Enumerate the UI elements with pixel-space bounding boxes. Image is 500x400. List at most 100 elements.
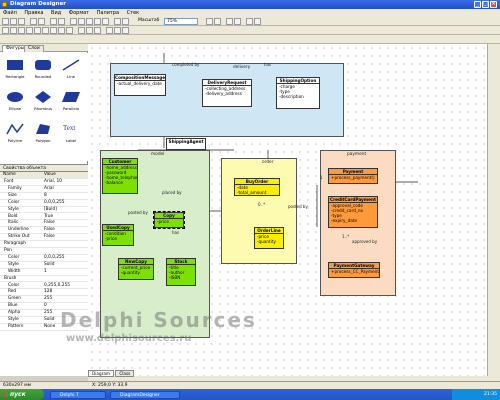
property-value[interactable]: Arial, 10 — [44, 179, 62, 186]
open-file-icon[interactable] — [10, 18, 17, 25]
cut-icon[interactable] — [70, 18, 77, 25]
ungroup-icon[interactable] — [122, 18, 129, 25]
delete-icon[interactable] — [94, 18, 101, 25]
property-value[interactable]: 1 — [44, 269, 47, 276]
shape-parallelogram[interactable]: Parallelo — [60, 89, 82, 115]
align-center-icon[interactable] — [114, 27, 121, 34]
shape-polygon[interactable]: Polygon — [32, 121, 54, 147]
property-row[interactable]: Style [Bold] — [0, 207, 88, 214]
grid-icon[interactable] — [246, 18, 253, 25]
property-value[interactable]: 255 — [44, 296, 52, 303]
class-copy[interactable]: Copy -price — [153, 211, 185, 229]
property-row[interactable]: Color 0,0,0,255 — [0, 200, 88, 207]
polygon-tool-icon[interactable] — [66, 27, 73, 34]
copy-icon[interactable] — [78, 18, 85, 25]
shape-ellipse[interactable]: Ellipse — [4, 89, 26, 115]
shape-polyline[interactable]: Polyline — [4, 121, 26, 147]
minimize-button[interactable]: _ — [474, 1, 481, 8]
property-value[interactable]: [Bold] — [44, 207, 57, 214]
polyline-tool-icon[interactable] — [58, 27, 65, 34]
shape-label-tool[interactable]: Text Label — [60, 121, 82, 147]
bring-front-icon[interactable] — [226, 18, 233, 25]
menu-edit[interactable]: Правка — [21, 10, 46, 16]
snap-icon[interactable] — [254, 18, 261, 25]
property-row[interactable]: Brush — [0, 276, 88, 283]
property-row[interactable]: Pen — [0, 248, 88, 255]
paste-icon[interactable] — [86, 18, 93, 25]
rounded-rect-tool-icon[interactable] — [34, 27, 41, 34]
align-left-icon[interactable] — [106, 27, 113, 34]
menu-file[interactable]: Файл — [0, 10, 20, 16]
align-right-icon[interactable] — [122, 27, 129, 34]
start-button[interactable]: пуск — [0, 389, 44, 400]
class-credit-card-payment[interactable]: CreditCardPayment -approval_code -credit… — [328, 196, 378, 228]
vertical-scrollbar[interactable] — [487, 44, 500, 376]
zoom-out-icon[interactable] — [214, 18, 221, 25]
rectangle-tool-icon[interactable] — [26, 27, 33, 34]
send-back-icon[interactable] — [234, 18, 241, 25]
menu-format[interactable]: Формат — [66, 10, 92, 16]
menu-view[interactable]: Вид — [48, 10, 64, 16]
class-buy-order[interactable]: BuyOrder -date -total_amount — [234, 178, 280, 196]
diagram-canvas[interactable]: delivery CompositionMessage -actual_deli… — [60, 44, 487, 376]
page-tab-diagram[interactable]: Diagram — [88, 370, 114, 377]
property-value[interactable]: 0,0,0,255 — [44, 200, 65, 207]
duplicate-icon[interactable] — [102, 18, 109, 25]
group-icon[interactable] — [114, 18, 121, 25]
pointer-icon[interactable] — [2, 27, 9, 34]
ellipse-tool-icon[interactable] — [42, 27, 49, 34]
redo-icon[interactable] — [58, 18, 65, 25]
text-tool-icon[interactable] — [10, 27, 17, 34]
italic-icon[interactable] — [86, 27, 93, 34]
property-value[interactable]: 0 — [44, 303, 47, 310]
print-icon[interactable] — [30, 18, 37, 25]
property-value[interactable]: Solid — [44, 317, 54, 324]
class-delivery-request[interactable]: DeliveryRequest -collecting_address -del… — [202, 79, 252, 107]
new-file-icon[interactable] — [2, 18, 9, 25]
line-tool-icon[interactable] — [18, 27, 25, 34]
property-value[interactable]: 255 — [44, 310, 52, 317]
bold-icon[interactable] — [78, 27, 85, 34]
print-preview-icon[interactable] — [38, 18, 45, 25]
property-value[interactable]: False — [44, 227, 55, 234]
menu-palette[interactable]: Палитра — [94, 10, 122, 16]
class-customer[interactable]: Customer -home_address -password -home_t… — [102, 158, 138, 194]
property-value[interactable]: False — [44, 234, 55, 241]
class-stock[interactable]: Stock -title -author -ISBN — [166, 258, 196, 286]
class-used-copy[interactable]: UsedCopy -condition -price — [102, 224, 134, 246]
shape-rectangle[interactable]: Rectangle — [4, 57, 26, 83]
property-value[interactable]: False — [44, 220, 55, 227]
undo-icon[interactable] — [50, 18, 57, 25]
zoom-select[interactable]: 75% — [164, 18, 198, 25]
property-value[interactable]: 8 — [44, 193, 47, 200]
task-delphi[interactable]: Delphi 7 — [50, 390, 106, 399]
class-payment[interactable]: Payment +process_payment() — [328, 168, 378, 184]
property-row[interactable]: Color 0,0,0,255 — [0, 255, 88, 262]
page-tab-class[interactable]: Class — [115, 370, 135, 377]
class-composition-message[interactable]: CompositionMessage -actual_delivery_date — [114, 74, 166, 96]
close-button[interactable]: × — [490, 1, 497, 8]
property-row[interactable]: Family Arial — [0, 186, 88, 193]
menu-stack[interactable]: Стек — [124, 10, 143, 16]
property-row[interactable]: Style Solid — [0, 262, 88, 269]
task-diagram-designer[interactable]: DiagramDesigner — [110, 390, 180, 399]
tab-layers[interactable]: Слои — [24, 45, 44, 52]
zoom-in-icon[interactable] — [206, 18, 213, 25]
shape-rounded[interactable]: Rounded — [32, 57, 54, 83]
property-value[interactable]: Arial — [44, 186, 54, 193]
maximize-button[interactable]: □ — [482, 1, 489, 8]
shape-line[interactable]: Line — [60, 57, 82, 83]
property-value[interactable]: None — [44, 324, 55, 331]
property-row[interactable]: Font Arial, 10 — [0, 179, 88, 186]
save-icon[interactable] — [18, 18, 25, 25]
shape-rhombus[interactable]: Rhombus — [32, 89, 54, 115]
property-value[interactable]: Solid — [44, 262, 54, 269]
property-value[interactable]: 128 — [44, 289, 52, 296]
class-shipping-agent[interactable]: ShippingAgent — [166, 138, 206, 150]
property-row[interactable]: Paragraph — [0, 241, 88, 248]
underline-icon[interactable] — [94, 27, 101, 34]
class-order-line[interactable]: OrderLine -price -quantity — [254, 227, 284, 249]
diamond-tool-icon[interactable] — [50, 27, 57, 34]
class-shipping-option[interactable]: ShippingOption -charge -type -descriptio… — [276, 77, 320, 109]
property-row[interactable]: Size 8 — [0, 193, 88, 200]
